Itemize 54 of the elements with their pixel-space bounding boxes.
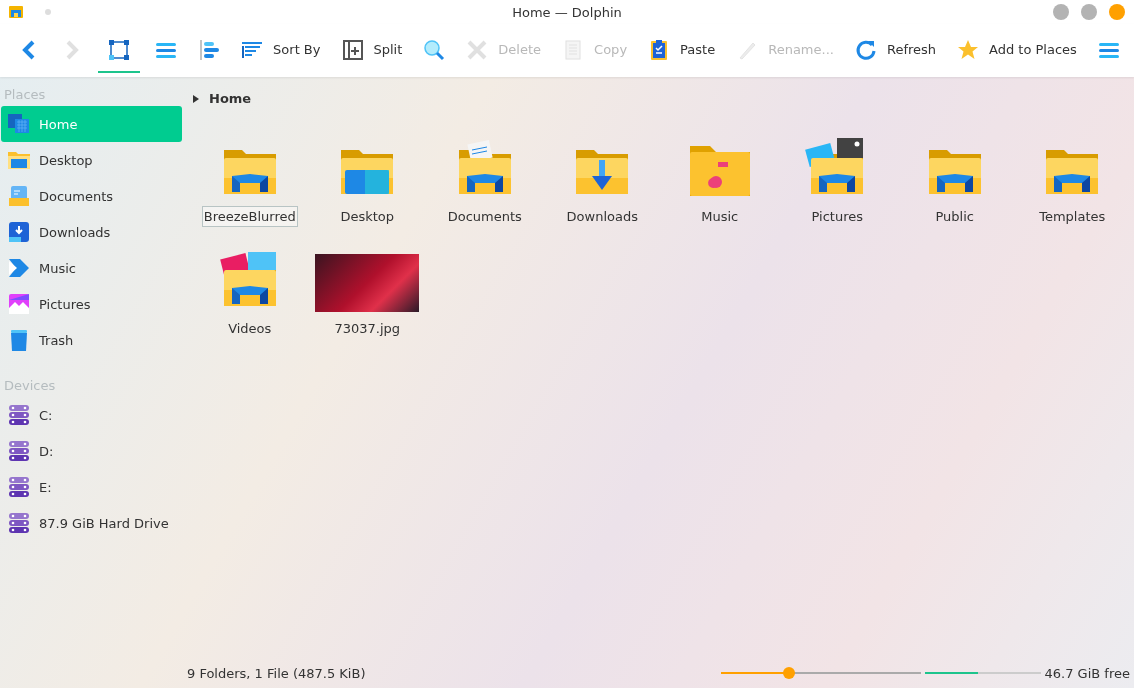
window-title: Home — Dolphin xyxy=(511,4,623,20)
play-icon xyxy=(7,256,31,280)
tray-icon xyxy=(7,184,31,208)
download-icon xyxy=(7,220,31,244)
icon-grid-icon xyxy=(108,38,131,61)
file-name[interactable]: Videos xyxy=(226,318,274,339)
toolbar-button[interactable]: Paste xyxy=(642,28,722,73)
sidebar-item[interactable]: Desktop xyxy=(1,142,182,178)
sidebar-item[interactable]: 87.9 GiB Hard Drive xyxy=(1,505,182,541)
folder-icon xyxy=(8,4,24,20)
toolbar-button[interactable]: Refresh xyxy=(848,28,943,73)
sidebar-item[interactable]: Pictures xyxy=(1,286,182,322)
search-icon xyxy=(423,38,446,61)
file-name[interactable]: Desktop xyxy=(338,206,397,227)
tree-list-icon xyxy=(198,38,221,61)
file-name[interactable]: Pictures xyxy=(809,206,865,227)
expand-arrow-icon[interactable] xyxy=(193,94,199,103)
sidebar-item[interactable]: Trash xyxy=(1,322,182,358)
toolbar-button[interactable]: Add to Places xyxy=(951,28,1083,73)
breadcrumb-link[interactable]: Home xyxy=(209,91,252,106)
refresh-icon xyxy=(854,38,877,61)
toolbar-button[interactable]: Sort By xyxy=(235,28,327,73)
free-space-text: 46.7 GiB free xyxy=(1044,665,1130,681)
maximize-button-icon[interactable] xyxy=(1080,3,1098,21)
sidebar-item[interactable]: C: xyxy=(1,397,182,433)
drive-icon xyxy=(7,475,31,499)
drive-icon xyxy=(7,511,31,535)
drive-icon xyxy=(7,439,31,463)
sidebar-item[interactable]: Downloads xyxy=(1,214,182,250)
picture-icon xyxy=(7,292,31,316)
file-name[interactable]: 73037.jpg xyxy=(332,318,403,339)
file-name[interactable]: Documents xyxy=(445,206,524,227)
file-name[interactable]: Music xyxy=(699,206,741,227)
status-text: 9 Folders, 1 File (487.5 KiB) xyxy=(187,665,367,681)
star-icon xyxy=(957,38,980,61)
file-name[interactable]: Public xyxy=(933,206,976,227)
photo-placeholder[interactable] xyxy=(315,254,420,312)
sidebar-item[interactable]: Documents xyxy=(1,178,182,214)
zoom-slider[interactable] xyxy=(720,667,921,679)
dot-icon[interactable] xyxy=(44,8,52,16)
drive-icon xyxy=(7,403,31,427)
toolbar-button[interactable]: Split xyxy=(335,28,409,73)
split-view-icon xyxy=(341,38,364,61)
minimize-button-icon[interactable] xyxy=(1052,3,1070,21)
sidebar-item[interactable]: Music xyxy=(1,250,182,286)
file-name[interactable]: BreezeBlurred xyxy=(201,206,298,227)
cross-icon xyxy=(466,38,489,61)
home-icon xyxy=(7,112,31,136)
file-name[interactable]: Downloads xyxy=(564,206,640,227)
sidebar-item[interactable]: E: xyxy=(1,469,182,505)
slider-handle[interactable] xyxy=(782,667,795,679)
close-button-icon[interactable] xyxy=(1108,3,1126,21)
sidebar-item[interactable]: D: xyxy=(1,433,182,469)
file-name[interactable]: Templates xyxy=(1037,206,1108,227)
